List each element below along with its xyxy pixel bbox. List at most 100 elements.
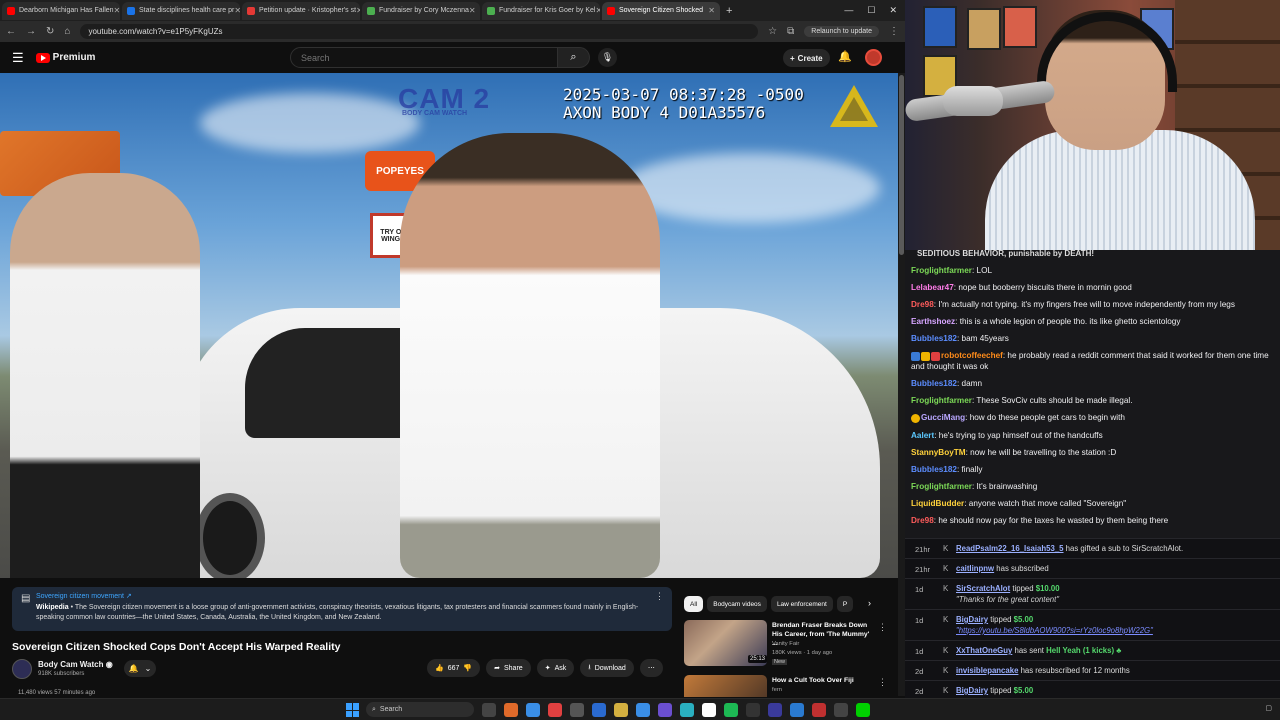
event-username[interactable]: BigDairy	[956, 686, 988, 695]
recommendation-channel[interactable]: Vanity Fair	[772, 640, 799, 648]
channel-name[interactable]: Body Cam Watch ◉	[38, 660, 113, 669]
tab-close-icon[interactable]: ✕	[595, 6, 600, 15]
chat-username[interactable]: Earthshoez	[911, 317, 955, 326]
filter-chip[interactable]: Bodycam videos	[707, 596, 767, 612]
more-options-icon[interactable]: ⋮	[655, 591, 664, 602]
chat-username[interactable]: Dre98	[911, 516, 934, 525]
chevron-right-icon[interactable]: ›	[868, 598, 871, 608]
minimize-icon[interactable]: —	[844, 5, 853, 16]
tab-close-icon[interactable]: ✕	[114, 6, 120, 15]
app-icon[interactable]	[856, 703, 870, 717]
windows-start-icon[interactable]	[346, 703, 360, 717]
taskbar-search[interactable]: ⌕ Search	[366, 702, 474, 717]
download-button[interactable]: ⭳ Download	[580, 659, 634, 677]
app-icon[interactable]	[746, 703, 760, 717]
event-target-user[interactable]: SirScratchAlot	[1132, 544, 1181, 553]
relaunch-button[interactable]: Relaunch to update	[804, 26, 879, 37]
chat-username[interactable]: Froglightfarmer	[911, 266, 972, 275]
chat-username[interactable]: Bubbles182	[911, 334, 957, 343]
event-username[interactable]: SirScratchAlot	[956, 584, 1010, 593]
search-input[interactable]	[290, 47, 558, 68]
browser-tab[interactable]: Petition update · Kristopher's st ✕	[242, 1, 360, 20]
app-icon[interactable]	[812, 703, 826, 717]
new-tab-icon[interactable]: +	[726, 5, 732, 17]
youtube-logo[interactable]: Premium	[35, 52, 95, 63]
event-username[interactable]: XxThatOneGuy	[956, 646, 1012, 655]
app-icon[interactable]	[834, 703, 848, 717]
event-username[interactable]: BigDairy	[956, 615, 988, 624]
recommendation-thumbnail[interactable]	[684, 675, 767, 697]
voice-search-button[interactable]: 🎙	[598, 48, 617, 67]
task-view-icon[interactable]	[482, 703, 496, 717]
recommendation-item[interactable]: How a Cult Took Over Fiji fern ⋮	[684, 675, 889, 697]
close-window-icon[interactable]: ✕	[889, 5, 897, 16]
app-icon[interactable]	[790, 703, 804, 717]
filter-chip[interactable]: Law enforcement	[770, 596, 833, 612]
forward-icon[interactable]: →	[26, 26, 36, 37]
home-icon[interactable]: ⌂	[64, 26, 70, 37]
chat-username[interactable]: Bubbles182	[911, 465, 957, 474]
browser-tab[interactable]: Dearborn Michigan Has Fallen ✕	[2, 1, 120, 20]
subscribed-bell-button[interactable]: 🔔 ⌄	[124, 660, 156, 677]
more-options-icon[interactable]: ⋮	[878, 622, 887, 633]
hamburger-menu-icon[interactable]: ☰	[12, 50, 24, 66]
chat-username[interactable]: LiquidBudder	[911, 499, 964, 508]
chat-username[interactable]: GucciMang	[921, 413, 965, 422]
page-scrollbar[interactable]	[898, 73, 905, 696]
create-button[interactable]: + Create	[783, 49, 830, 67]
ask-button[interactable]: ✦ Ask	[536, 659, 575, 677]
notifications-bell-icon[interactable]: 🔔	[838, 50, 852, 63]
system-tray[interactable]: ▢	[1265, 704, 1272, 712]
chat-username[interactable]: Froglightfarmer	[911, 482, 972, 491]
chat-username[interactable]: Froglightfarmer	[911, 396, 972, 405]
recommendation-channel[interactable]: fern	[772, 686, 782, 694]
app-icon[interactable]	[592, 703, 606, 717]
chat-username[interactable]: robotcoffeechef	[941, 351, 1003, 360]
browser-menu-icon[interactable]: ⋮	[889, 26, 899, 37]
maximize-icon[interactable]: ☐	[867, 5, 875, 16]
chat-username[interactable]: Aalert	[911, 431, 934, 440]
chrome-icon[interactable]	[526, 703, 540, 717]
app-icon[interactable]	[658, 703, 672, 717]
browser-tab[interactable]: State disciplines health care pr ✕	[122, 1, 240, 20]
app-icon[interactable]	[768, 703, 782, 717]
event-username[interactable]: ReadPsalm22_16_Isaiah53_5	[956, 544, 1064, 553]
recommendation-title[interactable]: How a Cult Took Over Fiji	[772, 676, 872, 685]
bookmark-star-icon[interactable]: ☆	[768, 26, 777, 37]
like-button[interactable]: 👍 667 👎	[427, 659, 481, 677]
event-username[interactable]: invisiblepancake	[956, 666, 1018, 675]
more-options-icon[interactable]: ⋮	[878, 677, 887, 688]
spotify-icon[interactable]	[724, 703, 738, 717]
app-icon[interactable]	[702, 703, 716, 717]
tab-close-icon[interactable]: ✕	[708, 6, 715, 15]
tab-close-icon[interactable]: ✕	[356, 6, 360, 15]
wikipedia-info-panel[interactable]: ▤ Sovereign citizen movement ↗ Wikipedia…	[12, 587, 672, 631]
more-actions-button[interactable]: ⋯	[639, 659, 663, 677]
wiki-title-link[interactable]: Sovereign citizen movement ↗	[36, 592, 662, 600]
search-button[interactable]: ⌕	[558, 47, 590, 68]
filter-chip[interactable]: P	[836, 596, 854, 612]
thumbs-down-icon[interactable]: 👎	[463, 664, 472, 672]
video-player[interactable]: POPEYES TRY OUR NEW WING SAUCE! CAM 2 BO…	[0, 73, 898, 578]
browser-tab[interactable]: Fundraiser by Cory Mczenna ✕	[362, 1, 480, 20]
recommendation-item[interactable]: 25:13 Brendan Fraser Breaks Down His Car…	[684, 620, 889, 670]
browser-tab[interactable]: Fundraiser for Kris Goer by Kel ✕	[482, 1, 600, 20]
account-avatar[interactable]	[865, 49, 882, 66]
chat-username[interactable]: StannyBoyTM	[911, 448, 966, 457]
channel-avatar[interactable]	[12, 659, 32, 679]
event-username[interactable]: caitlinpnw	[956, 564, 994, 573]
extensions-icon[interactable]: ⧉	[787, 26, 794, 37]
chat-username[interactable]: Lelabear47	[911, 283, 954, 292]
tab-close-icon[interactable]: ✕	[469, 6, 476, 15]
tip-link[interactable]: "https://youtu.be/S8ldbAOW900?si=rYz0loc…	[956, 626, 1153, 635]
reload-icon[interactable]: ↻	[46, 26, 54, 37]
browser-tab[interactable]: Sovereign Citizen Shocked ✕	[602, 1, 720, 20]
app-icon[interactable]	[570, 703, 584, 717]
scrollbar-thumb[interactable]	[899, 75, 904, 255]
url-field[interactable]: youtube.com/watch?v=e1P5yFKgUZs	[80, 24, 759, 39]
app-icon[interactable]	[636, 703, 650, 717]
chat-username[interactable]: Dre98	[911, 300, 934, 309]
chat-username[interactable]: Bubbles182	[911, 379, 957, 388]
file-explorer-icon[interactable]	[614, 703, 628, 717]
app-icon[interactable]	[504, 703, 518, 717]
